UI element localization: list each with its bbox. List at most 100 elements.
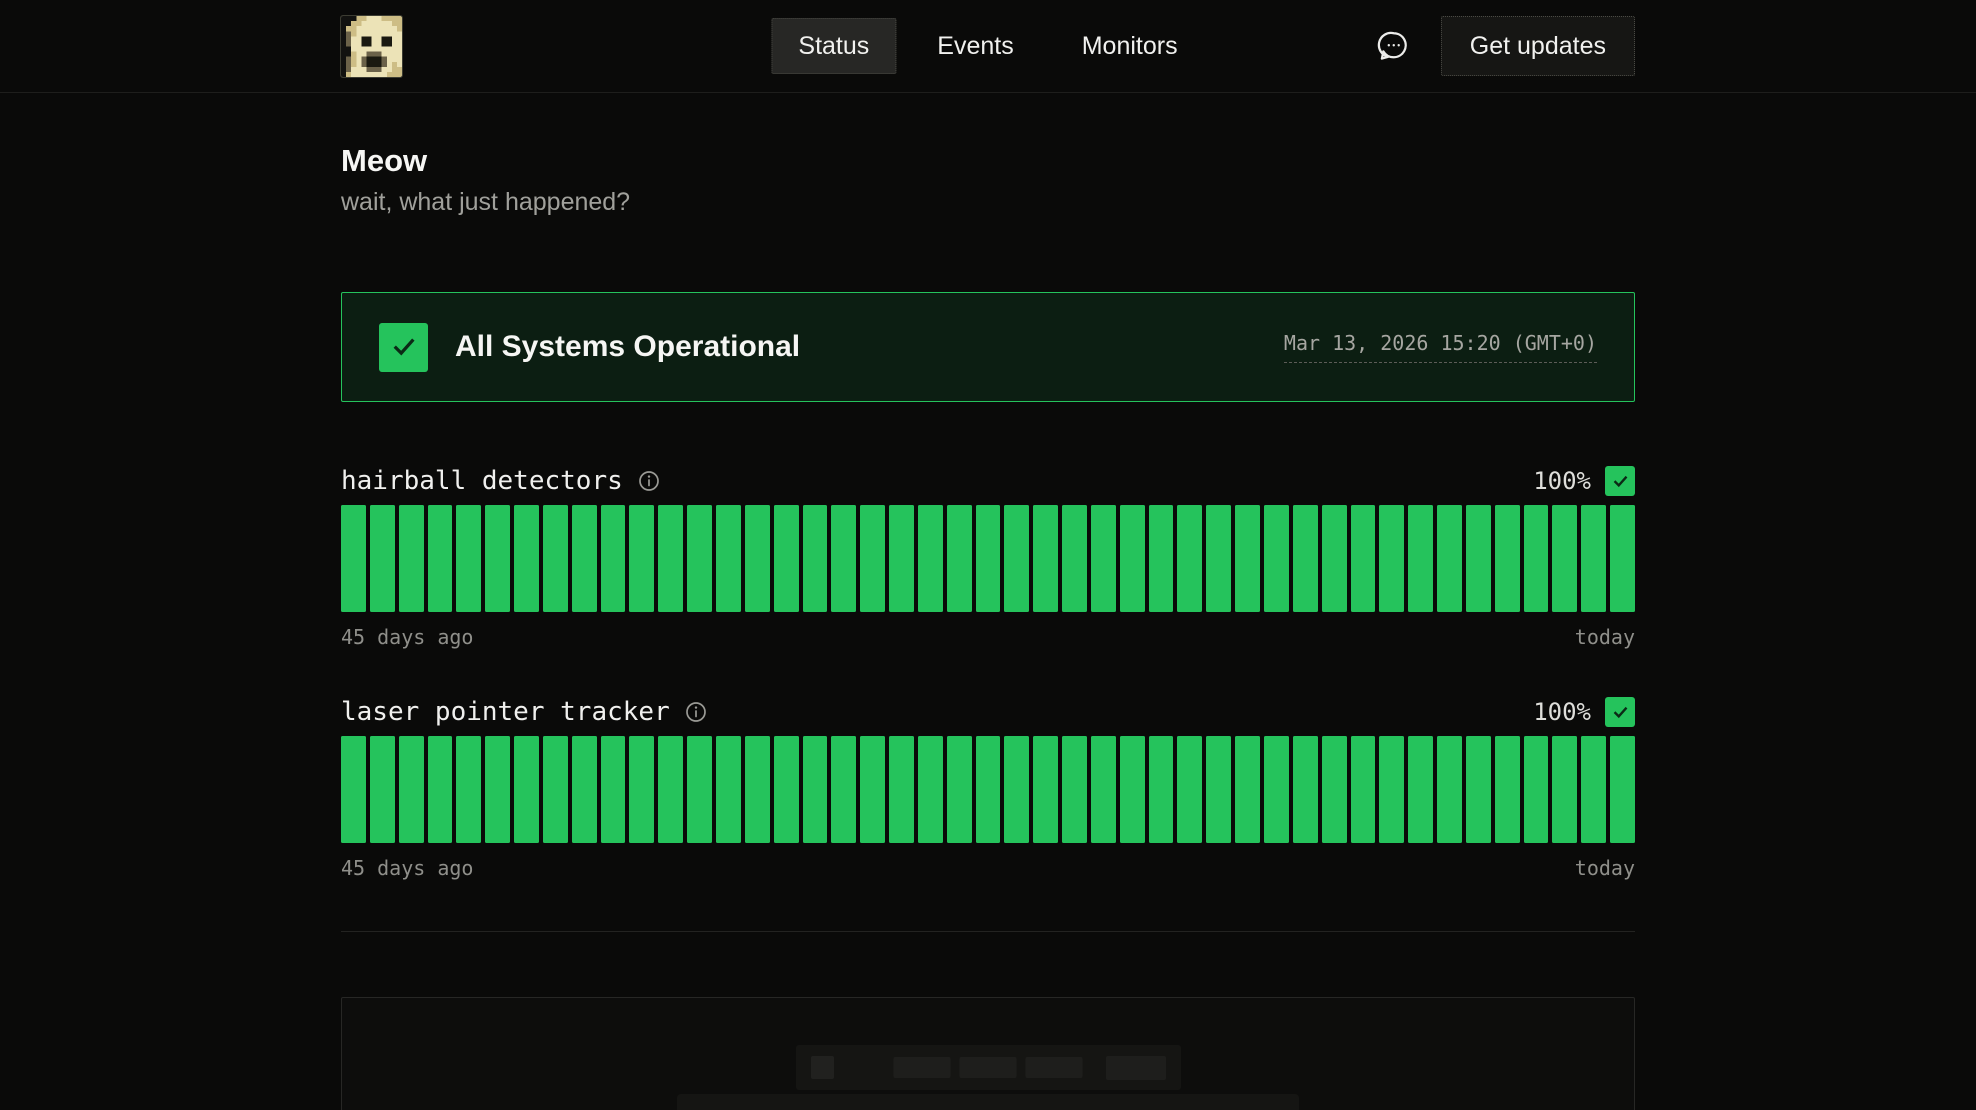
uptime-bar-operational[interactable] bbox=[716, 736, 741, 843]
uptime-bar-operational[interactable] bbox=[1149, 736, 1174, 843]
uptime-bar-operational[interactable] bbox=[456, 505, 481, 612]
uptime-bar-operational[interactable] bbox=[1264, 505, 1289, 612]
uptime-bar-operational[interactable] bbox=[1466, 505, 1491, 612]
uptime-bar-operational[interactable] bbox=[1293, 505, 1318, 612]
uptime-bar-operational[interactable] bbox=[1466, 736, 1491, 843]
uptime-bar-operational[interactable] bbox=[1177, 736, 1202, 843]
uptime-bar-operational[interactable] bbox=[1524, 736, 1549, 843]
uptime-bar-operational[interactable] bbox=[629, 505, 654, 612]
uptime-bar-operational[interactable] bbox=[1004, 505, 1029, 612]
uptime-bar-operational[interactable] bbox=[370, 505, 395, 612]
uptime-bar-operational[interactable] bbox=[1581, 505, 1606, 612]
uptime-bar-chart[interactable] bbox=[341, 505, 1635, 612]
uptime-bar-operational[interactable] bbox=[716, 505, 741, 612]
uptime-bar-operational[interactable] bbox=[1062, 736, 1087, 843]
uptime-bar-operational[interactable] bbox=[1120, 505, 1145, 612]
uptime-bar-operational[interactable] bbox=[1610, 736, 1635, 843]
uptime-bar-operational[interactable] bbox=[456, 736, 481, 843]
uptime-bar-operational[interactable] bbox=[1495, 505, 1520, 612]
uptime-bar-operational[interactable] bbox=[1524, 505, 1549, 612]
uptime-bar-operational[interactable] bbox=[1235, 505, 1260, 612]
uptime-bar-operational[interactable] bbox=[485, 736, 510, 843]
uptime-bar-operational[interactable] bbox=[774, 736, 799, 843]
uptime-bar-operational[interactable] bbox=[976, 505, 1001, 612]
uptime-bar-operational[interactable] bbox=[572, 736, 597, 843]
uptime-bar-operational[interactable] bbox=[1206, 736, 1231, 843]
info-icon[interactable] bbox=[637, 469, 661, 493]
uptime-bar-operational[interactable] bbox=[1004, 736, 1029, 843]
uptime-bar-operational[interactable] bbox=[745, 736, 770, 843]
uptime-bar-operational[interactable] bbox=[658, 505, 683, 612]
uptime-bar-operational[interactable] bbox=[687, 736, 712, 843]
tab-monitors[interactable]: Monitors bbox=[1055, 18, 1205, 74]
uptime-bar-operational[interactable] bbox=[1235, 736, 1260, 843]
uptime-bar-operational[interactable] bbox=[341, 505, 366, 612]
uptime-bar-operational[interactable] bbox=[1206, 505, 1231, 612]
feedback-button[interactable] bbox=[1371, 24, 1415, 68]
uptime-bar-operational[interactable] bbox=[1322, 736, 1347, 843]
uptime-bar-operational[interactable] bbox=[658, 736, 683, 843]
uptime-bar-operational[interactable] bbox=[543, 505, 568, 612]
uptime-bar-operational[interactable] bbox=[1091, 505, 1116, 612]
uptime-bar-operational[interactable] bbox=[1581, 736, 1606, 843]
uptime-bar-operational[interactable] bbox=[1408, 505, 1433, 612]
uptime-bar-operational[interactable] bbox=[918, 505, 943, 612]
uptime-bar-operational[interactable] bbox=[428, 505, 453, 612]
uptime-bar-operational[interactable] bbox=[370, 736, 395, 843]
uptime-bar-operational[interactable] bbox=[1091, 736, 1116, 843]
uptime-bar-operational[interactable] bbox=[1552, 736, 1577, 843]
uptime-bar-operational[interactable] bbox=[485, 505, 510, 612]
uptime-bar-operational[interactable] bbox=[1351, 736, 1376, 843]
uptime-bar-operational[interactable] bbox=[399, 505, 424, 612]
uptime-bar-operational[interactable] bbox=[947, 736, 972, 843]
uptime-bar-operational[interactable] bbox=[918, 736, 943, 843]
uptime-bar-operational[interactable] bbox=[831, 736, 856, 843]
uptime-bar-operational[interactable] bbox=[1610, 505, 1635, 612]
uptime-bar-operational[interactable] bbox=[860, 505, 885, 612]
uptime-bar-operational[interactable] bbox=[1177, 505, 1202, 612]
uptime-bar-operational[interactable] bbox=[629, 736, 654, 843]
uptime-bar-operational[interactable] bbox=[601, 736, 626, 843]
uptime-bar-operational[interactable] bbox=[341, 736, 366, 843]
uptime-bar-operational[interactable] bbox=[774, 505, 799, 612]
uptime-bar-operational[interactable] bbox=[803, 505, 828, 612]
uptime-bar-operational[interactable] bbox=[428, 736, 453, 843]
uptime-bar-operational[interactable] bbox=[1120, 736, 1145, 843]
uptime-bar-operational[interactable] bbox=[889, 736, 914, 843]
uptime-bar-operational[interactable] bbox=[1149, 505, 1174, 612]
uptime-bar-operational[interactable] bbox=[1437, 505, 1462, 612]
uptime-bar-chart[interactable] bbox=[341, 736, 1635, 843]
uptime-bar-operational[interactable] bbox=[1351, 505, 1376, 612]
uptime-bar-operational[interactable] bbox=[745, 505, 770, 612]
uptime-bar-operational[interactable] bbox=[1033, 505, 1058, 612]
uptime-bar-operational[interactable] bbox=[1408, 736, 1433, 843]
uptime-bar-operational[interactable] bbox=[831, 505, 856, 612]
uptime-bar-operational[interactable] bbox=[572, 505, 597, 612]
uptime-bar-operational[interactable] bbox=[1379, 736, 1404, 843]
tab-status[interactable]: Status bbox=[771, 18, 896, 74]
status-timestamp[interactable]: Mar 13, 2026 15:20 (GMT+0) bbox=[1284, 331, 1597, 363]
uptime-bar-operational[interactable] bbox=[860, 736, 885, 843]
uptime-bar-operational[interactable] bbox=[601, 505, 626, 612]
uptime-bar-operational[interactable] bbox=[1062, 505, 1087, 612]
uptime-bar-operational[interactable] bbox=[1379, 505, 1404, 612]
uptime-bar-operational[interactable] bbox=[1293, 736, 1318, 843]
uptime-bar-operational[interactable] bbox=[514, 505, 539, 612]
uptime-bar-operational[interactable] bbox=[1495, 736, 1520, 843]
tab-events[interactable]: Events bbox=[910, 18, 1040, 74]
uptime-bar-operational[interactable] bbox=[947, 505, 972, 612]
uptime-bar-operational[interactable] bbox=[889, 505, 914, 612]
info-icon[interactable] bbox=[684, 700, 708, 724]
uptime-bar-operational[interactable] bbox=[1033, 736, 1058, 843]
uptime-bar-operational[interactable] bbox=[1552, 505, 1577, 612]
uptime-bar-operational[interactable] bbox=[543, 736, 568, 843]
uptime-bar-operational[interactable] bbox=[1437, 736, 1462, 843]
uptime-bar-operational[interactable] bbox=[976, 736, 1001, 843]
uptime-bar-operational[interactable] bbox=[803, 736, 828, 843]
uptime-bar-operational[interactable] bbox=[399, 736, 424, 843]
uptime-bar-operational[interactable] bbox=[1322, 505, 1347, 612]
get-updates-button[interactable]: Get updates bbox=[1441, 16, 1635, 76]
uptime-bar-operational[interactable] bbox=[687, 505, 712, 612]
uptime-bar-operational[interactable] bbox=[514, 736, 539, 843]
uptime-bar-operational[interactable] bbox=[1264, 736, 1289, 843]
